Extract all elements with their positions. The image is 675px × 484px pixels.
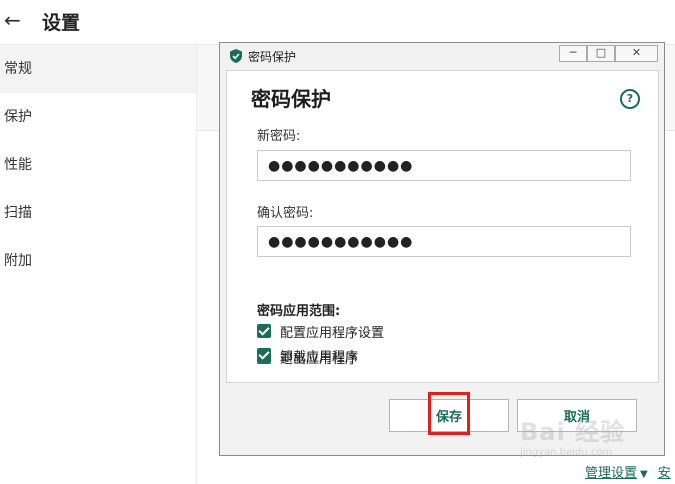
back-arrow-icon[interactable]: ← [4, 8, 21, 32]
confirm-password-input[interactable] [257, 226, 631, 257]
shield-check-icon [230, 49, 242, 63]
scope-option-label: 卸载应用程序 [280, 349, 359, 365]
scope-option-configure[interactable]: 配置应用程序设置 [257, 322, 385, 341]
close-button[interactable]: ✕ [615, 45, 658, 62]
app-header: ← 设置 [0, 0, 675, 44]
scope-option-uninstall[interactable]: 卸载应用程序 [257, 346, 359, 365]
password-protection-dialog: 密码保护 ─ □ ✕ 密码保护 ? 新密码: 确认密码: 密码应用范围: 配置应… [219, 42, 665, 456]
footer-links: 管理设置 ▼ 安 [585, 462, 671, 481]
dialog-titlebar[interactable]: 密码保护 ─ □ ✕ [220, 43, 664, 69]
confirm-password-label: 确认密码: [257, 206, 314, 221]
checkbox-checked-icon[interactable] [257, 348, 271, 362]
dialog-caption: 密码保护 [248, 50, 297, 64]
sidebar-item-scan[interactable]: 扫描 [0, 189, 196, 237]
sidebar-item-performance[interactable]: 性能 [0, 141, 196, 189]
chevron-down-icon: ▼ [640, 469, 648, 480]
minimize-button[interactable]: ─ [559, 45, 587, 62]
manage-settings-link[interactable]: 管理设置 [585, 466, 637, 481]
dialog-body: 密码保护 ? 新密码: 确认密码: 密码应用范围: 配置应用程序设置 退出应用程… [226, 70, 659, 383]
cancel-button[interactable]: 取消 [517, 399, 637, 432]
save-button[interactable]: 保存 [389, 399, 509, 432]
scope-option-label: 配置应用程序设置 [280, 325, 385, 341]
page-title: 设置 [42, 12, 81, 34]
sidebar-item-protection[interactable]: 保护 [0, 93, 196, 141]
password-scope-title: 密码应用范围: [257, 304, 341, 319]
new-password-label: 新密码: [257, 129, 301, 144]
truncated-link[interactable]: 安 [658, 466, 671, 481]
new-password-input[interactable] [257, 150, 631, 181]
maximize-button[interactable]: □ [587, 45, 615, 62]
sidebar-nav: 常规 保护 性能 扫描 附加 [0, 45, 196, 484]
sidebar-item-general[interactable]: 常规 [0, 45, 196, 93]
sidebar-item-additional[interactable]: 附加 [0, 237, 196, 285]
checkbox-checked-icon[interactable] [257, 324, 271, 338]
help-icon[interactable]: ? [620, 89, 640, 109]
dialog-heading: 密码保护 [251, 87, 331, 111]
